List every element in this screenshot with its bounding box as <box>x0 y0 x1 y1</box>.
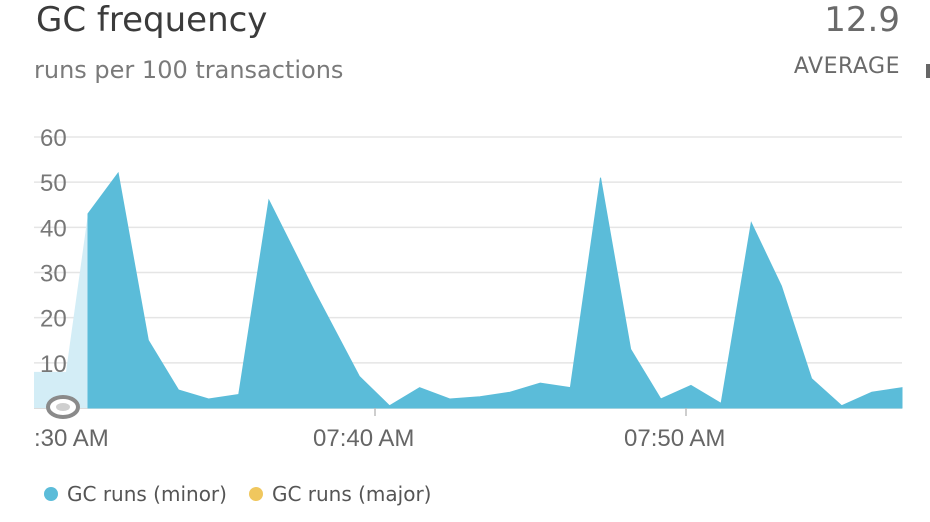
y-tick-label-40: 40 <box>40 215 67 242</box>
x-tick-label-2: 07:50 AM <box>624 425 725 452</box>
y-tick-label-20: 20 <box>40 306 67 333</box>
x-tick-labels: :30 AM 07:40 AM 07:50 AM <box>34 408 725 452</box>
range-handle[interactable] <box>46 395 80 419</box>
x-tick-label-0: :30 AM <box>34 425 109 452</box>
y-tick-label-30: 30 <box>40 261 67 288</box>
y-tick-label-10: 10 <box>40 351 67 378</box>
legend-label-major: GC runs (major) <box>271 482 432 506</box>
chart-legend: GC runs (minor) GC runs (major) <box>44 482 453 506</box>
y-tick-label-50: 50 <box>40 170 67 197</box>
gc-frequency-chart[interactable]: 60 50 40 30 20 10 :30 AM 07:40 AM 07:50 AM <box>0 0 930 470</box>
range-handle-grip-icon <box>56 403 70 411</box>
legend-dot-major-icon <box>248 487 263 501</box>
legend-dot-minor-icon <box>44 487 58 501</box>
legend-label-minor: GC runs (minor) <box>67 482 227 506</box>
x-tick-label-1: 07:40 AM <box>313 425 414 452</box>
legend-item-minor[interactable]: GC runs (minor) <box>44 482 227 506</box>
series-area-gc-runs-minor <box>87 171 903 409</box>
legend-item-major[interactable]: GC runs (major) <box>248 482 432 506</box>
y-tick-labels: 60 50 40 30 20 10 <box>40 125 67 378</box>
y-tick-label-60: 60 <box>40 125 67 152</box>
series-area-layer <box>87 171 903 409</box>
